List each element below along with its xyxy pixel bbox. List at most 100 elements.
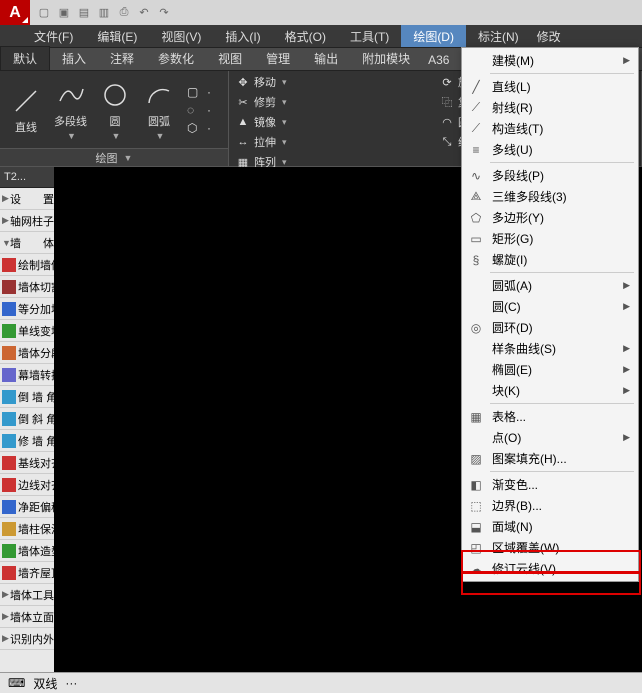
command-input[interactable]: 双线 xyxy=(33,675,57,692)
tool-circle[interactable]: 圆▼ xyxy=(93,77,137,143)
menu-item-25[interactable]: ⬚边界(B)... xyxy=(462,495,638,516)
sm5[interactable]: ⬡ xyxy=(187,121,203,135)
menu-item-26[interactable]: ⬓面域(N) xyxy=(462,516,638,537)
palette-item-0[interactable]: ▶设 置 xyxy=(0,188,54,210)
mod-拉伸[interactable]: ↔拉伸▾ xyxy=(235,133,431,151)
ribbon-tab-3[interactable]: 参数化 xyxy=(146,47,206,70)
submenu-icon xyxy=(466,299,486,315)
hatch-icon: ▨ xyxy=(466,451,486,467)
menu-item-21[interactable]: 点(O)▶ xyxy=(462,427,638,448)
menu-item-5[interactable]: ≡多线(U) xyxy=(462,139,638,160)
palette-item-17[interactable]: 墙齐屋顶 xyxy=(0,562,54,584)
tool-line[interactable]: 直线 xyxy=(4,83,48,137)
menu-item-4[interactable]: ⟋构造线(T) xyxy=(462,118,638,139)
ribbon-tab-0[interactable]: 默认 xyxy=(0,46,50,70)
submenu-icon xyxy=(466,362,486,378)
app-logo-icon[interactable]: A xyxy=(0,0,30,25)
palette-item-15[interactable]: 墙柱保温 xyxy=(0,518,54,540)
tool-rect-icon[interactable]: ▢ xyxy=(187,85,203,99)
mod-镜像[interactable]: ▲镜像▾ xyxy=(235,113,431,131)
palette-item-14[interactable]: 净距偏移 xyxy=(0,496,54,518)
palette-item-8[interactable]: 幕墙转换 xyxy=(0,364,54,386)
sm3[interactable]: ◌ xyxy=(187,103,203,117)
ribbon-tab-6[interactable]: 输出 xyxy=(302,47,350,70)
tool-palette: T2... ▶设 置▶轴网柱子▼墙 体绘制墙体墙体切割等分加墙单线变墙墙体分段幕… xyxy=(0,167,54,672)
submenu-icon xyxy=(466,383,486,399)
sm4[interactable]: · xyxy=(207,103,223,117)
menu-7[interactable]: 标注(N) xyxy=(466,25,531,47)
menu-0[interactable]: 文件(F) xyxy=(22,25,85,47)
qat-redo-icon[interactable]: ↷ xyxy=(156,5,172,21)
menu-item-13[interactable]: 圆弧(A)▶ xyxy=(462,275,638,296)
mod-修剪[interactable]: ✂修剪▾ xyxy=(235,93,431,111)
qat-undo-icon[interactable]: ↶ xyxy=(136,5,152,21)
qat-save-icon[interactable]: ▤ xyxy=(76,5,92,21)
menu-2[interactable]: 视图(V) xyxy=(149,25,213,47)
menu-item-2[interactable]: ╱直线(L) xyxy=(462,76,638,97)
menu-8[interactable]: 修改 xyxy=(531,25,567,47)
ribbon-tab-5[interactable]: 管理 xyxy=(254,47,302,70)
menu-item-8[interactable]: ⟁三维多段线(3) xyxy=(462,186,638,207)
menu-item-18[interactable]: 块(K)▶ xyxy=(462,380,638,401)
menu-item-3[interactable]: ⟋射线(R) xyxy=(462,97,638,118)
menu-item-28[interactable]: ☁修订云线(V) xyxy=(462,558,638,579)
palette-item-2[interactable]: ▼墙 体 xyxy=(0,232,54,254)
palette-item-20[interactable]: ▶识别内外 xyxy=(0,628,54,650)
menu-1[interactable]: 编辑(E) xyxy=(85,25,149,47)
palette-item-13[interactable]: 边线对齐 xyxy=(0,474,54,496)
menu-item-7[interactable]: ∿多段线(P) xyxy=(462,165,638,186)
menu-item-22[interactable]: ▨图案填充(H)... xyxy=(462,448,638,469)
menu-3[interactable]: 插入(I) xyxy=(213,25,272,47)
ribbon-tab-4[interactable]: 视图 xyxy=(206,47,254,70)
tool-arc[interactable]: 圆弧▼ xyxy=(137,77,181,143)
menu-6[interactable]: 绘图(D) xyxy=(401,25,466,47)
ribbon-panel-draw: 直线 多段线▼ 圆▼ 圆弧▼ ▢· ◌· ⬡· 绘图▼ xyxy=(0,71,229,166)
qat-open-icon[interactable]: ▣ xyxy=(56,5,72,21)
menu-item-27[interactable]: ◰区域覆盖(W) xyxy=(462,537,638,558)
ribbon-tab-7[interactable]: 附加模块 xyxy=(350,47,422,70)
menu-item-0[interactable]: 建模(M)▶ xyxy=(462,50,638,71)
palette-item-16[interactable]: 墙体造型 xyxy=(0,540,54,562)
palette-item-19[interactable]: ▶墙体立面 xyxy=(0,606,54,628)
menu-item-20[interactable]: ▦表格... xyxy=(462,406,638,427)
menu-item-16[interactable]: 样条曲线(S)▶ xyxy=(462,338,638,359)
palette-item-4[interactable]: 墙体切割 xyxy=(0,276,54,298)
palette-item-12[interactable]: 基线对齐 xyxy=(0,452,54,474)
ribbon-tab-8[interactable]: A36 xyxy=(422,50,455,70)
sm2[interactable]: · xyxy=(207,85,223,99)
ribbon-tab-2[interactable]: 注释 xyxy=(98,47,146,70)
pline-icon: ∿ xyxy=(466,168,486,184)
submenu-icon xyxy=(466,430,486,446)
palette-tab[interactable]: T2... xyxy=(0,167,54,188)
palette-item-18[interactable]: ▶墙体工具 xyxy=(0,584,54,606)
menu-item-17[interactable]: 椭圆(E)▶ xyxy=(462,359,638,380)
menu-4[interactable]: 格式(O) xyxy=(273,25,338,47)
qat-new-icon[interactable]: ▢ xyxy=(36,5,52,21)
menu-5[interactable]: 工具(T) xyxy=(338,25,401,47)
submenu-icon xyxy=(466,278,486,294)
palette-item-11[interactable]: 修 墙 角 xyxy=(0,430,54,452)
menu-item-15[interactable]: ◎圆环(D) xyxy=(462,317,638,338)
menu-item-9[interactable]: ⬠多边形(Y) xyxy=(462,207,638,228)
palette-item-6[interactable]: 单线变墙 xyxy=(0,320,54,342)
menu-item-14[interactable]: 圆(C)▶ xyxy=(462,296,638,317)
palette-item-5[interactable]: 等分加墙 xyxy=(0,298,54,320)
sm6[interactable]: · xyxy=(207,121,223,135)
palette-item-9[interactable]: 倒 墙 角 xyxy=(0,386,54,408)
rect-icon: ▭ xyxy=(466,231,486,247)
tool-polyline[interactable]: 多段线▼ xyxy=(48,77,93,143)
palette-item-1[interactable]: ▶轴网柱子 xyxy=(0,210,54,232)
submenu-icon xyxy=(466,53,486,69)
menu-item-11[interactable]: §螺旋(I) xyxy=(462,249,638,270)
qat-print-icon[interactable]: ⎙ xyxy=(116,5,132,21)
qat-saveas-icon[interactable]: ▥ xyxy=(96,5,112,21)
menu-item-10[interactable]: ▭矩形(G) xyxy=(462,228,638,249)
ribbon-tab-1[interactable]: 插入 xyxy=(50,47,98,70)
palette-item-3[interactable]: 绘制墙体 xyxy=(0,254,54,276)
xline-icon: ⟋ xyxy=(466,121,486,137)
menu-item-24[interactable]: ◧渐变色... xyxy=(462,474,638,495)
mod-移动[interactable]: ✥移动▾ xyxy=(235,73,431,91)
palette-item-10[interactable]: 倒 斜 角 xyxy=(0,408,54,430)
palette-item-7[interactable]: 墙体分段 xyxy=(0,342,54,364)
submenu-icon xyxy=(466,341,486,357)
